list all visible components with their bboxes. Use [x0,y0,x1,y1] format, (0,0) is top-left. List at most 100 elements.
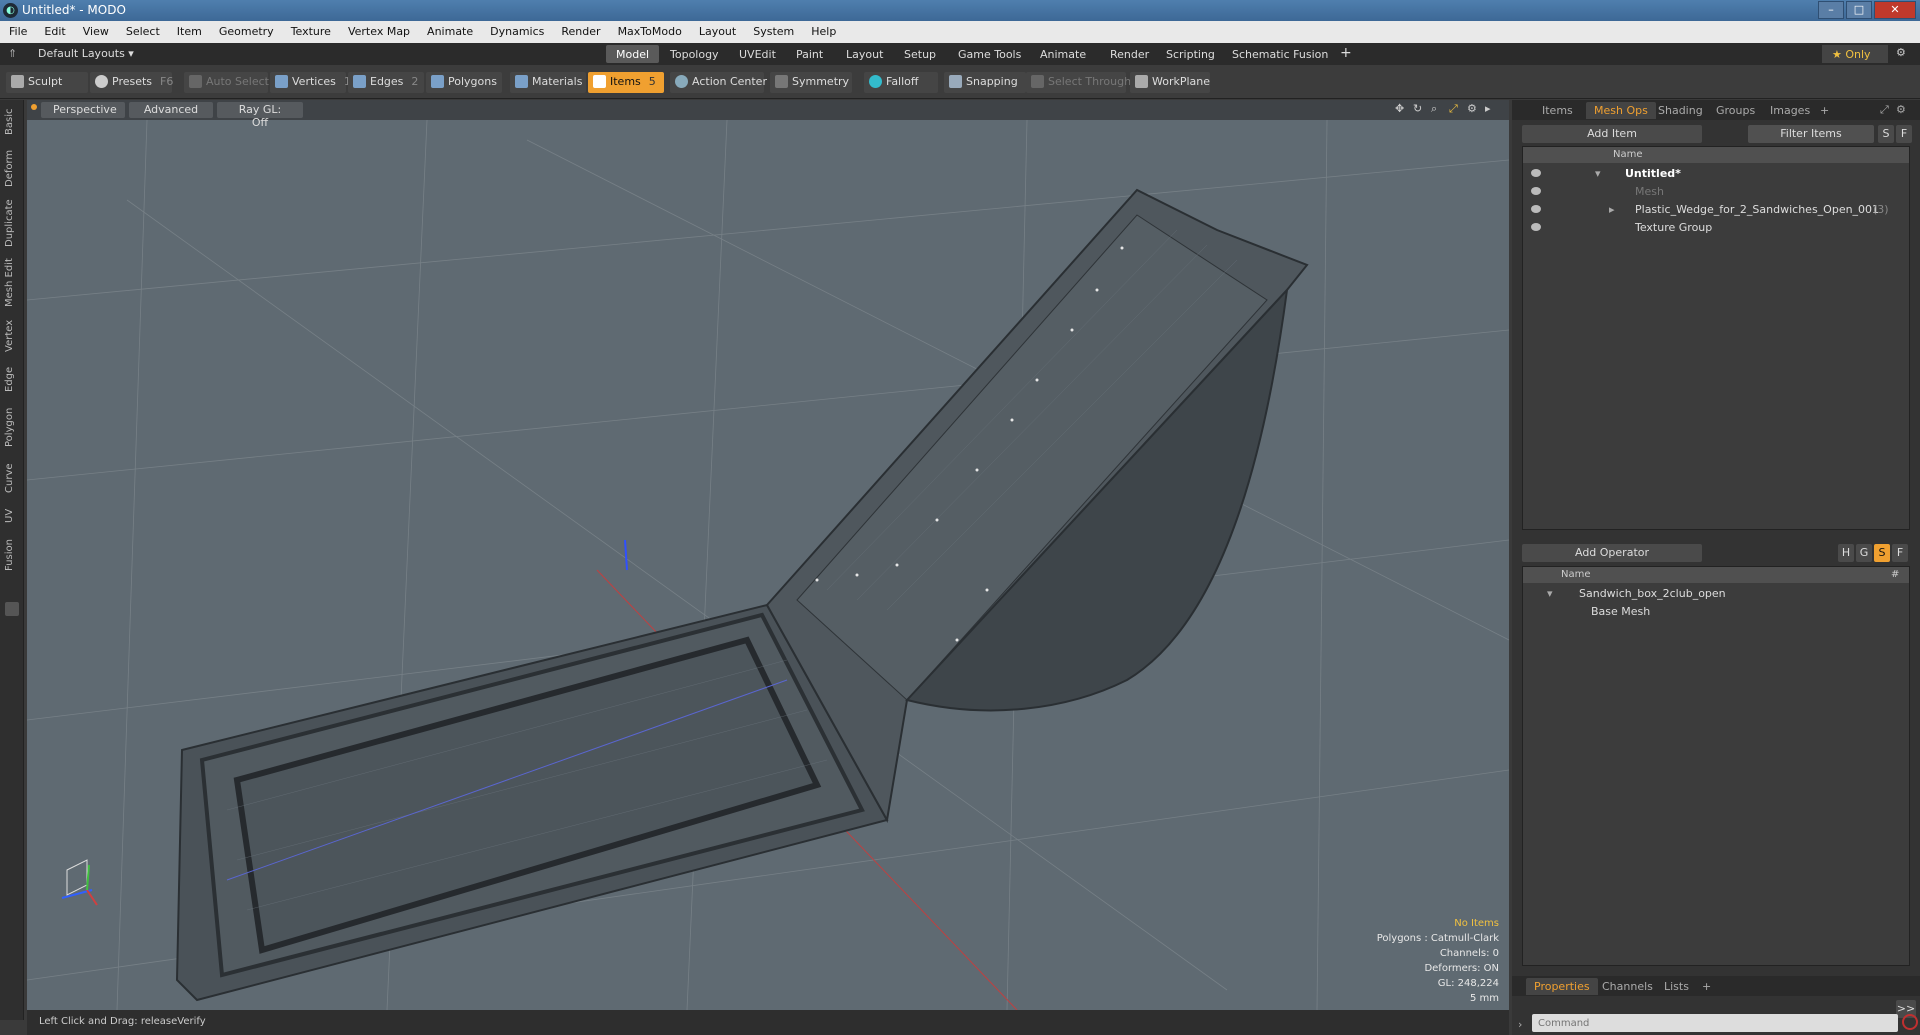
tab-model[interactable]: Model [606,45,660,63]
3d-viewport[interactable]: Perspective Advanced Ray GL: Off ✥ ↻ ⌕ ⤢… [27,100,1509,1010]
tab-images[interactable]: Images [1762,102,1818,119]
side-tab-fusion[interactable]: Fusion [4,534,20,576]
panel-expand-icon[interactable]: ⤢ [1880,103,1889,117]
filter-f-button[interactable]: F [1896,125,1912,143]
pan-icon[interactable]: ✥ [1395,102,1404,115]
filter-s-button[interactable]: S [1878,125,1894,143]
menu-dynamics[interactable]: Dynamics [481,21,552,38]
meshops-s-button[interactable]: S [1874,544,1890,562]
side-tab-edge[interactable]: Edge [4,362,20,396]
presets-button[interactable]: Presets F6 [90,72,173,93]
visibility-eye-icon[interactable] [1531,187,1541,195]
tab-layout[interactable]: Layout [836,45,893,63]
viewport-scene[interactable] [27,120,1509,1010]
menu-render[interactable]: Render [552,21,608,38]
advanced-dropdown[interactable]: Advanced [129,102,213,118]
raygl-dropdown[interactable]: Ray GL: Off [217,102,303,129]
side-tab-deform[interactable]: Deform [4,146,20,190]
edges-button[interactable]: Edges 2 [348,72,424,93]
panel-settings-gear-icon[interactable]: ⚙ [1896,103,1906,116]
layouts-dropdown[interactable]: Default Layouts ▾ [38,47,134,60]
items-button[interactable]: Items 5 [588,72,664,93]
filter-items-input[interactable]: Filter Items [1748,125,1874,143]
tab-paint[interactable]: Paint [786,45,833,63]
menu-help[interactable]: Help [802,21,844,38]
tab-animate[interactable]: Animate [1030,45,1096,63]
meshops-row-sandwich-box[interactable]: ▾ Sandwich_box_2club_open [1523,585,1909,603]
tab-mesh-ops[interactable]: Mesh Ops [1586,102,1656,119]
viewport-settings-gear-icon[interactable]: ⚙ [1467,102,1477,115]
visibility-eye-icon[interactable] [1531,223,1541,231]
meshops-name-column-header[interactable]: Name [1561,569,1591,580]
side-tab-vertex[interactable]: Vertex [4,316,20,356]
tab-uvedit[interactable]: UVEdit [729,45,786,63]
menu-system[interactable]: System [744,21,802,38]
menu-animate[interactable]: Animate [418,21,481,38]
settings-gear-icon[interactable]: ⚙ [1896,46,1906,59]
meshops-row-base-mesh[interactable]: Base Mesh [1523,603,1909,621]
tab-properties[interactable]: Properties [1526,978,1598,995]
close-button[interactable]: ✕ [1874,1,1916,19]
vertices-button[interactable]: Vertices1 [270,72,351,93]
menu-maxtomodo[interactable]: MaxToModo [609,21,690,38]
menu-vertex-map[interactable]: Vertex Map [339,21,418,38]
collapse-arrow-icon[interactable]: ▾ [1595,167,1601,180]
command-stop-icon[interactable] [1902,1014,1918,1030]
visibility-eye-icon[interactable] [1531,169,1541,177]
collapse-arrow-icon[interactable]: ▾ [1547,587,1553,600]
name-column-header[interactable]: Name [1613,149,1643,160]
menu-layout[interactable]: Layout [690,21,744,38]
expand-arrow-icon[interactable]: ▸ [1609,203,1615,216]
minimize-button[interactable]: – [1818,1,1844,19]
menu-texture[interactable]: Texture [282,21,339,38]
tab-setup[interactable]: Setup [894,45,946,63]
menu-item[interactable]: Item [168,21,210,38]
zoom-icon[interactable]: ⌕ [1431,102,1437,116]
tab-lists[interactable]: Lists [1656,978,1697,995]
command-input[interactable] [1532,1014,1898,1032]
menu-select[interactable]: Select [117,21,168,38]
tab-groups[interactable]: Groups [1708,102,1763,119]
tab-shading[interactable]: Shading [1650,102,1711,119]
polygons-button[interactable]: Polygons [426,72,502,93]
symmetry-button[interactable]: Symmetry [770,72,852,93]
add-properties-tab-button[interactable]: + [1694,978,1719,995]
materials-button[interactable]: Materials [510,72,586,93]
add-tab-button[interactable]: + [1330,45,1362,63]
tab-topology[interactable]: Topology [660,45,729,63]
tab-scripting[interactable]: Scripting [1156,45,1225,63]
strip-toggle-button[interactable] [5,602,19,616]
workplane-button[interactable]: WorkPlane [1130,72,1210,93]
sculpt-button[interactable]: Sculpt [6,72,88,93]
meshops-g-button[interactable]: G [1856,544,1872,562]
add-operator-button[interactable]: Add Operator [1522,544,1702,562]
tab-schematic-fusion[interactable]: Schematic Fusion [1222,45,1338,63]
meshops-hash-column-header[interactable]: # [1891,569,1899,580]
viewport-expand-icon[interactable]: ▸ [1485,102,1491,115]
maximize-button[interactable]: □ [1846,1,1872,19]
side-tab-uv[interactable]: UV [4,504,20,528]
side-tab-duplicate[interactable]: Duplicate [4,196,20,250]
rotate-icon[interactable]: ↻ [1413,102,1422,115]
meshops-h-button[interactable]: H [1838,544,1854,562]
auto-select-button[interactable]: Auto Select [184,72,269,93]
side-tab-basic[interactable]: Basic [4,104,20,140]
tab-render[interactable]: Render [1100,45,1159,63]
meshops-f-button[interactable]: F [1892,544,1908,562]
item-row-texture-group[interactable]: Texture Group [1523,219,1909,237]
menu-view[interactable]: View [74,21,117,38]
menu-edit[interactable]: Edit [35,21,73,38]
select-through-button[interactable]: Select Through [1026,72,1131,93]
side-tab-polygon[interactable]: Polygon [4,402,20,452]
menu-geometry[interactable]: Geometry [210,21,282,38]
falloff-button[interactable]: Falloff [864,72,938,93]
fit-icon[interactable]: ⤢ [1449,102,1458,116]
tab-items[interactable]: Items [1534,102,1581,119]
tab-game-tools[interactable]: Game Tools [948,45,1031,63]
tab-channels[interactable]: Channels [1594,978,1661,995]
add-panel-tab-button[interactable]: + [1812,102,1837,119]
only-toggle[interactable]: ★ Only [1822,45,1888,63]
side-tab-mesh-edit[interactable]: Mesh Edit [4,256,20,310]
perspective-dropdown[interactable]: Perspective [41,102,125,118]
visibility-eye-icon[interactable] [1531,205,1541,213]
